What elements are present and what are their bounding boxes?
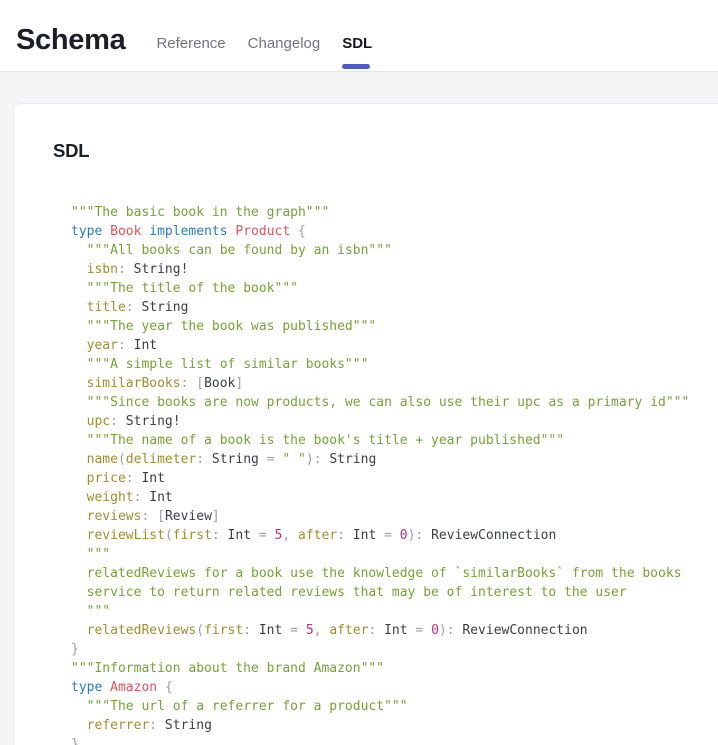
code-line: type Book implements Product { — [71, 222, 718, 241]
code-line: isbn: String! — [71, 260, 718, 279]
sdl-code-block: """The basic book in the graph"""type Bo… — [53, 162, 718, 745]
page-body: SDL """The basic book in the graph"""typ… — [0, 72, 718, 745]
code-line: """Information about the brand Amazon""" — [71, 659, 718, 678]
code-line: similarBooks: [Book] — [71, 374, 718, 393]
code-line: } — [71, 735, 718, 745]
tab-sdl[interactable]: SDL — [342, 35, 372, 53]
code-line: service to return related reviews that m… — [71, 583, 718, 602]
code-line: } — [71, 640, 718, 659]
code-line: """ — [71, 602, 718, 621]
code-line: """A simple list of similar books""" — [71, 355, 718, 374]
page-title: Schema — [16, 24, 125, 57]
code-line: """The year the book was published""" — [71, 317, 718, 336]
tab-changelog[interactable]: Changelog — [248, 35, 321, 53]
code-line: reviewList(first: Int = 5, after: Int = … — [71, 526, 718, 545]
code-line: upc: String! — [71, 412, 718, 431]
sdl-card: SDL """The basic book in the graph"""typ… — [13, 103, 718, 745]
tab-bar: Reference Changelog SDL — [156, 35, 372, 53]
code-line: """All books can be found by an isbn""" — [71, 241, 718, 260]
code-line: """The basic book in the graph""" — [71, 203, 718, 222]
code-line: price: Int — [71, 469, 718, 488]
code-line: """Since books are now products, we can … — [71, 393, 718, 412]
code-line: referrer: String — [71, 716, 718, 735]
tab-reference[interactable]: Reference — [156, 35, 225, 53]
active-tab-underline — [342, 64, 370, 69]
code-line: relatedReviews for a book use the knowle… — [71, 564, 718, 583]
code-line: reviews: [Review] — [71, 507, 718, 526]
code-line: weight: Int — [71, 488, 718, 507]
page-header: Schema Reference Changelog SDL — [0, 0, 718, 72]
code-line: title: String — [71, 298, 718, 317]
card-heading: SDL — [53, 140, 718, 162]
code-line: type Amazon { — [71, 678, 718, 697]
code-line: year: Int — [71, 336, 718, 355]
code-line: relatedReviews(first: Int = 5, after: In… — [71, 621, 718, 640]
tab-sdl-label: SDL — [342, 35, 372, 52]
code-line: name(delimeter: String = " "): String — [71, 450, 718, 469]
code-line: """The name of a book is the book's titl… — [71, 431, 718, 450]
code-line: """ — [71, 545, 718, 564]
code-line: """The url of a referrer for a product""… — [71, 697, 718, 716]
code-line: """The title of the book""" — [71, 279, 718, 298]
